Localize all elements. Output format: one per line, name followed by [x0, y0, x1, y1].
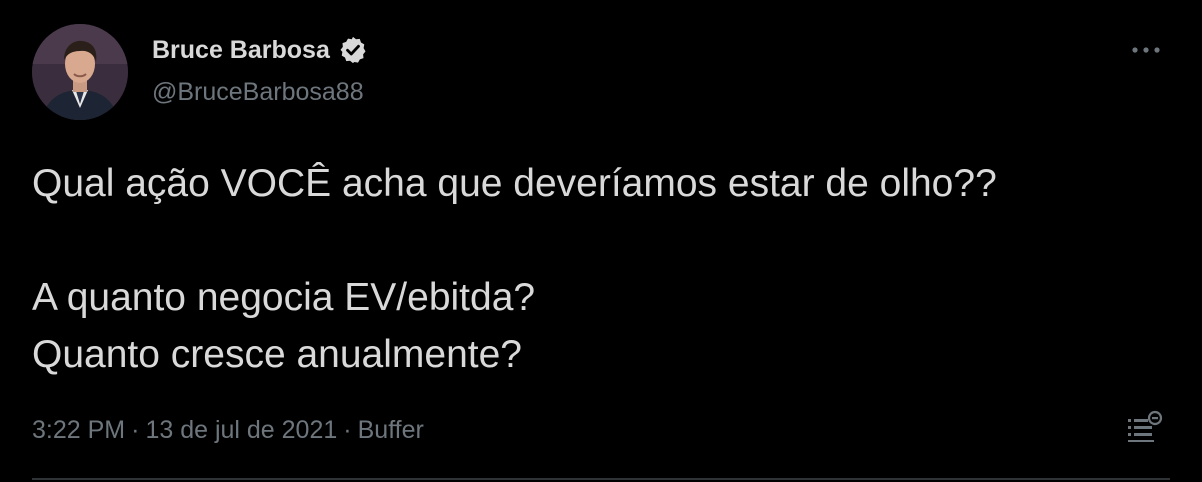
tweet-line: Quanto cresce anualmente? — [32, 333, 522, 376]
verified-badge-icon — [338, 35, 368, 65]
divider — [32, 478, 1170, 480]
tweet-time[interactable]: 3:22 PM — [32, 416, 125, 444]
tweet-text: Qual ação VOCÊ acha que deveríamos estar… — [32, 155, 1162, 383]
author-display-name[interactable]: Bruce Barbosa — [152, 34, 330, 66]
tweet-metadata: 3:22 PM · 13 de jul de 2021 · Buffer — [32, 412, 424, 448]
tweet-source-link[interactable]: Buffer — [358, 416, 424, 444]
tweet-date[interactable]: 13 de jul de 2021 — [145, 416, 337, 444]
more-horizontal-icon[interactable] — [1128, 36, 1164, 64]
meta-separator: · — [343, 416, 352, 444]
meta-separator: · — [131, 416, 140, 444]
analytics-icon[interactable] — [1126, 410, 1164, 453]
tweet-line: Qual ação VOCÊ acha que deveríamos estar… — [32, 162, 997, 205]
tweet-line: A quanto negocia EV/ebitda? — [32, 276, 536, 319]
avatar[interactable] — [32, 24, 128, 120]
author-handle[interactable]: @BruceBarbosa88 — [152, 76, 364, 108]
